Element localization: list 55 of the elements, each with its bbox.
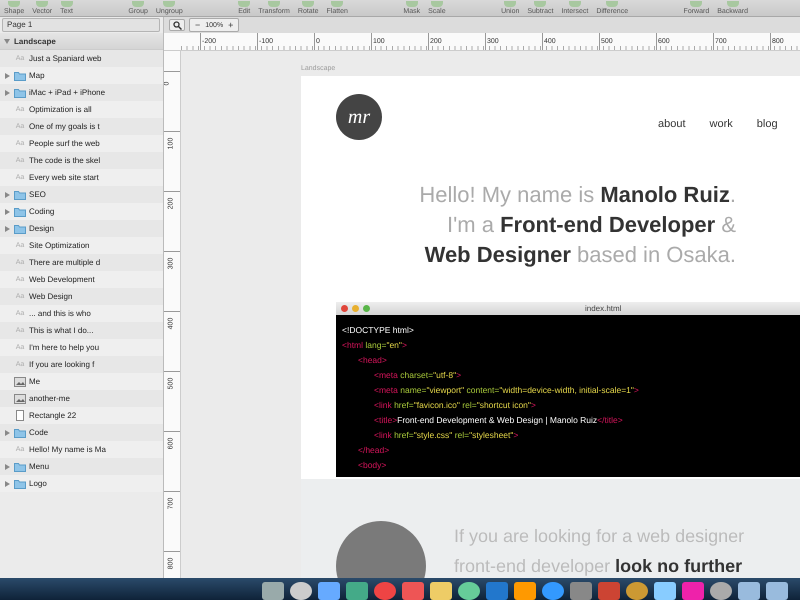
code-line: <html lang="en"> — [342, 340, 407, 350]
code-line: <body> — [358, 460, 386, 470]
layer-row[interactable]: Coding — [0, 203, 163, 220]
layer-row[interactable]: SEO — [0, 186, 163, 203]
code-line: <head> — [358, 355, 387, 365]
code-line: <link href="favicon.ico" rel="shortcut icon"> — [374, 400, 536, 410]
layer-row[interactable]: another-me — [0, 390, 163, 407]
folder-icon — [14, 206, 26, 216]
app-icon[interactable] — [710, 582, 732, 600]
layer-row[interactable]: iMac + iPad + iPhone — [0, 84, 163, 101]
code-line: <link href="style.css" rel="stylesheet"> — [374, 430, 518, 440]
page-selector[interactable]: Page 1 — [2, 18, 160, 32]
window-title: index.html — [585, 304, 622, 313]
code-line: <!DOCTYPE html> — [342, 325, 414, 335]
layer-row[interactable]: Rectangle 22 — [0, 407, 163, 424]
minimize-button[interactable] — [352, 305, 359, 312]
close-button[interactable] — [341, 305, 348, 312]
nav-link[interactable]: blog — [756, 118, 778, 130]
zoom-out-button[interactable]: − — [190, 20, 206, 30]
image-icon — [14, 376, 26, 386]
app-icon[interactable] — [374, 582, 396, 600]
nav-link[interactable]: work — [710, 118, 733, 130]
logo: mr — [336, 94, 382, 140]
zoom-button[interactable] — [363, 305, 370, 312]
layer-row[interactable]: Me — [0, 373, 163, 390]
folder-icon — [14, 88, 26, 98]
app-icon[interactable] — [626, 582, 648, 600]
nav-link[interactable]: about — [658, 118, 686, 130]
search-button[interactable] — [169, 19, 185, 31]
folder-icon — [14, 70, 26, 80]
app-icon[interactable] — [542, 582, 564, 600]
code-line: <title>Front-end Development & Web Design | Manolo Ruiz</title> — [374, 415, 623, 425]
folder-icon — [14, 462, 26, 472]
disclosure-triangle-icon[interactable] — [4, 38, 10, 44]
layer-row[interactable]: Menu — [0, 458, 163, 475]
folder-icon — [14, 428, 26, 438]
layer-row[interactable]: Design — [0, 220, 163, 237]
rectangle-icon — [16, 410, 24, 421]
image-icon — [14, 394, 26, 404]
headline-text: Hello! My name is Manolo Ruiz. — [419, 181, 736, 209]
code-line: </head> — [358, 445, 390, 455]
app-icon[interactable] — [290, 582, 312, 600]
code-line: <meta name="viewport" content="width=device-width, initial-scale=1"> — [374, 385, 639, 395]
app-icon[interactable] — [458, 582, 480, 600]
headline-text: Web Designer based in Osaka. — [424, 241, 736, 269]
layer-group-header[interactable]: Landscape — [0, 33, 163, 50]
layer-row[interactable]: Code — [0, 424, 163, 441]
folder-icon — [14, 190, 26, 200]
layer-row[interactable]: Logo — [0, 475, 163, 492]
layer-row[interactable]: Map — [0, 67, 163, 84]
folder-icon — [14, 478, 26, 488]
code-line: <meta charset="utf-8"> — [374, 370, 462, 380]
headline-text: I'm a Front-end Developer & — [446, 211, 736, 239]
zoom-in-button[interactable]: + — [223, 20, 238, 30]
folder-icon — [14, 224, 26, 234]
